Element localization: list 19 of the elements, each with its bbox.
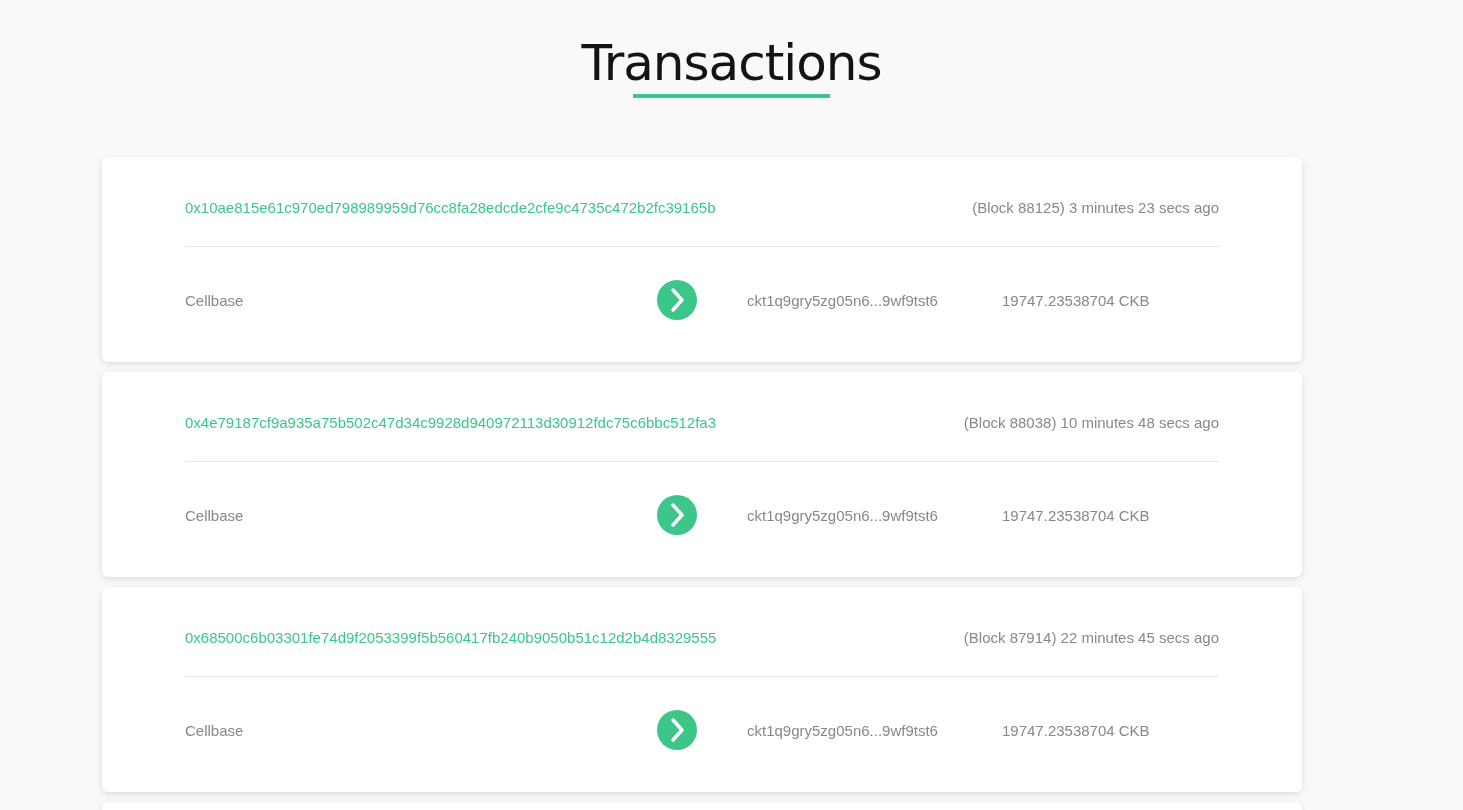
output-amount: 19747.23538704 CKB bbox=[1002, 291, 1150, 309]
block-time: (Block 88038) 10 minutes 48 secs ago bbox=[963, 413, 1219, 431]
arrow-right-icon bbox=[657, 495, 697, 535]
input-label: Cellbase bbox=[185, 291, 245, 309]
input-label: Cellbase bbox=[185, 721, 245, 739]
arrow-right-icon bbox=[657, 280, 697, 320]
transaction-hash-link[interactable]: 0x4e79187cf9a935a75b502c47d34c9928d940972113d30912fdc75c6bbc512fa3 bbox=[185, 413, 717, 431]
output-address: ckt1q9gry5zg05n6...9wf9tst6 bbox=[747, 506, 939, 524]
input-label: Cellbase bbox=[185, 506, 245, 524]
page-title: Transactions bbox=[581, 34, 882, 92]
output-amount: 19747.23538704 CKB bbox=[1002, 506, 1150, 524]
arrow-right-icon bbox=[657, 710, 697, 750]
block-time: (Block 87914) 22 minutes 45 secs ago bbox=[963, 628, 1219, 646]
output-address: ckt1q9gry5zg05n6...9wf9tst6 bbox=[747, 721, 939, 739]
transaction-hash-link[interactable]: 0x68500c6b03301fe74d9f2053399f5b560417fb240b9050b51c12d2b4d8329555 bbox=[185, 628, 717, 646]
output-address: ckt1q9gry5zg05n6...9wf9tst6 bbox=[747, 291, 939, 309]
block-time: (Block 88125) 3 minutes 23 secs ago bbox=[972, 198, 1219, 216]
transaction-hash-link[interactable]: 0x10ae815e61c970ed798989959d76cc8fa28edcde2cfe9c4735c472b2fc39165b bbox=[185, 198, 716, 216]
output-amount: 19747.23538704 CKB bbox=[1002, 721, 1150, 739]
